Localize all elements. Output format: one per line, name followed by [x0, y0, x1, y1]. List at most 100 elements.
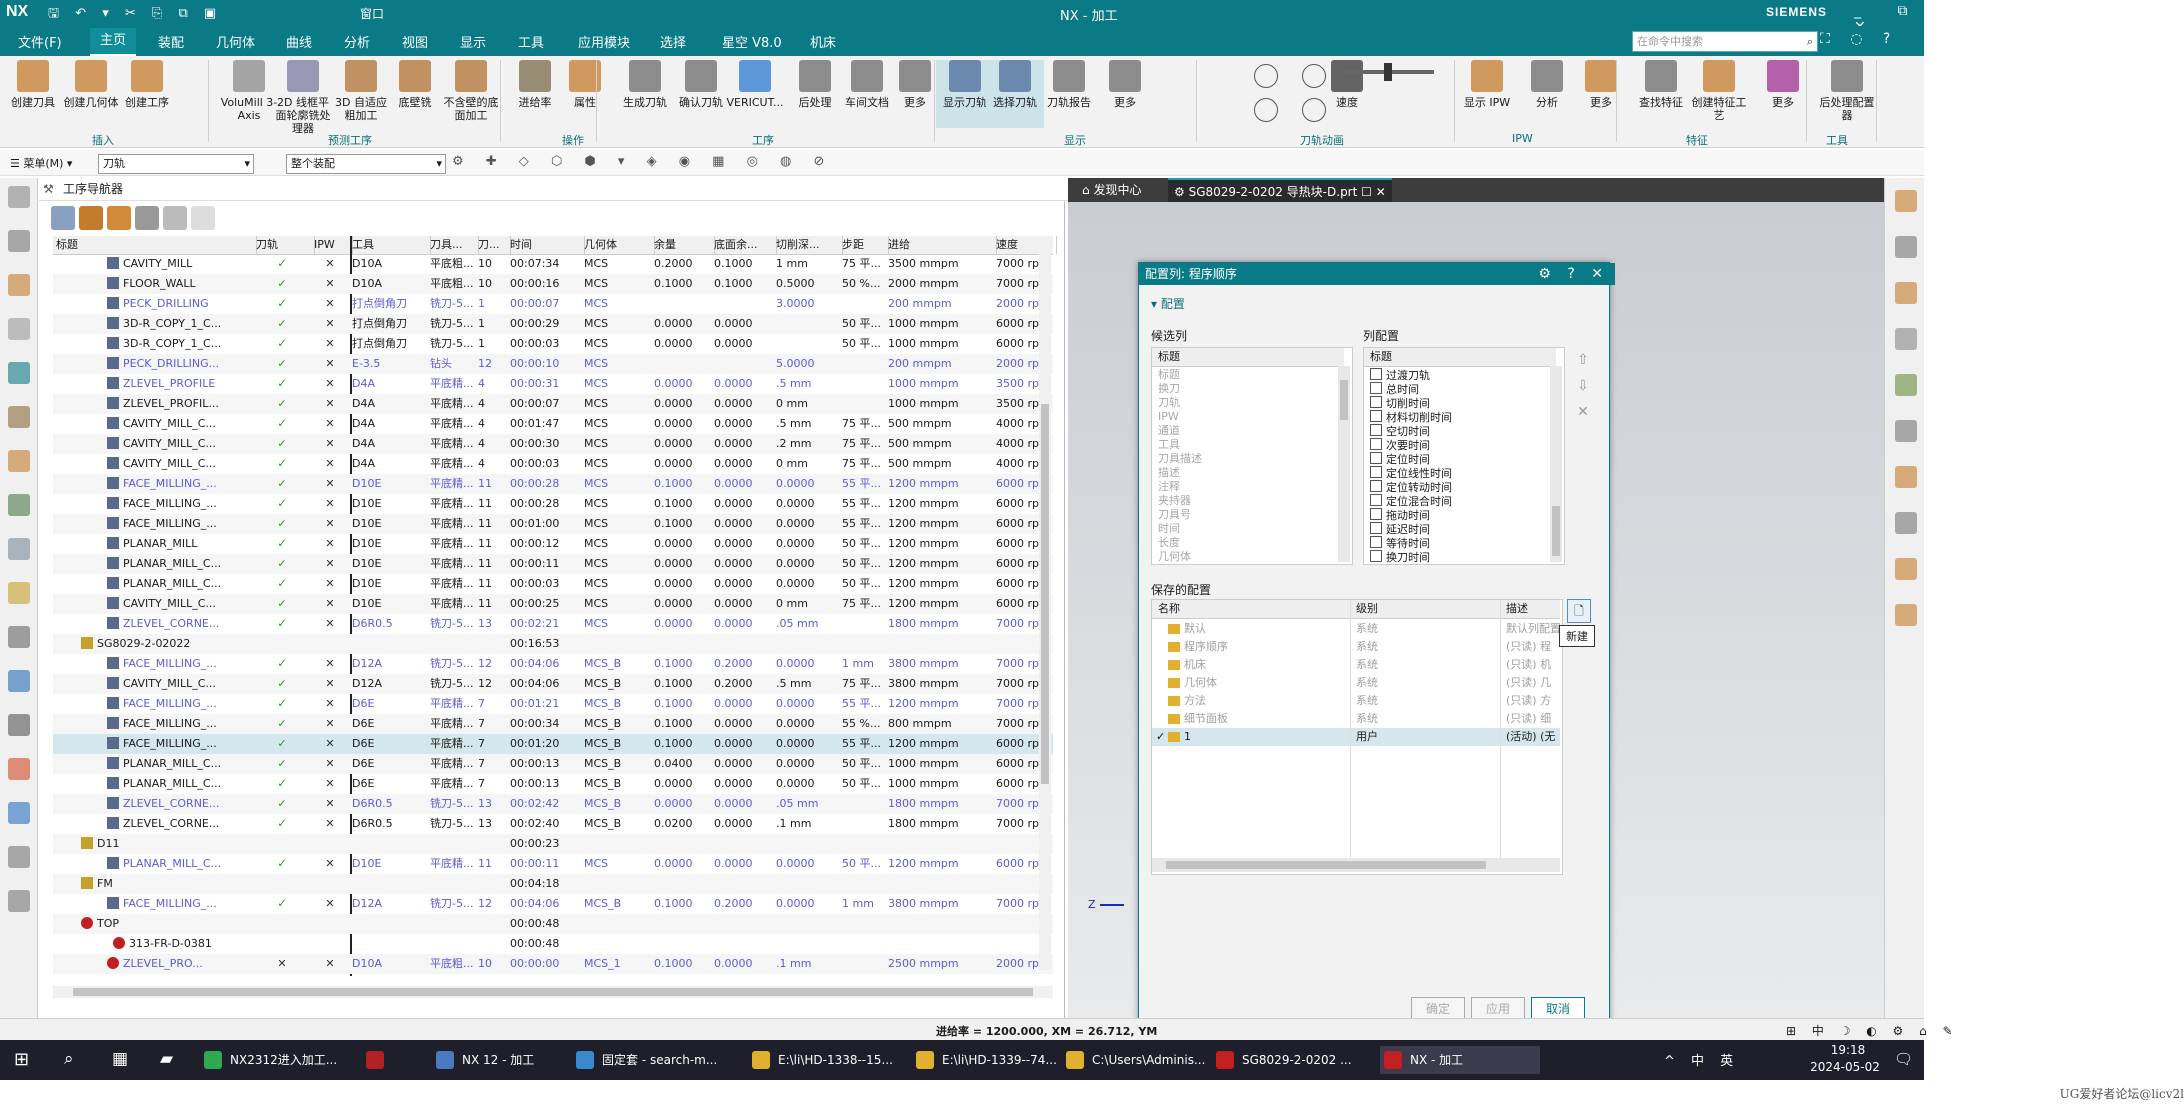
- menu-assembly[interactable]: 装配: [158, 32, 184, 51]
- resource-tab-icon[interactable]: [8, 758, 30, 780]
- column-header[interactable]: 几何体: [581, 236, 655, 254]
- column-config-item[interactable]: 延迟时间: [1364, 522, 1550, 536]
- column-header[interactable]: 余量: [651, 236, 715, 254]
- ribbon-button-11[interactable]: 确认刀轨: [672, 60, 730, 128]
- ribbon-button-2[interactable]: 创建工序: [118, 60, 176, 128]
- menu-curve[interactable]: 曲线: [286, 32, 312, 51]
- right-tool-icon[interactable]: [1895, 328, 1917, 350]
- table-row[interactable]: SG8029-2-02022 00:16:53: [53, 634, 1053, 654]
- saved-config-row[interactable]: 程序顺序 系统 (只读) 程: [1152, 638, 1560, 656]
- ribbon-button-3[interactable]: VoluMill 3-Axis: [220, 60, 278, 128]
- method-view-icon[interactable]: [135, 206, 159, 230]
- quick-access-toolbar[interactable]: 🖫 ↶ ▾ ✂ ⎘ ⧉ ▣: [48, 4, 222, 26]
- taskbar-item[interactable]: 固定套 - search-m...: [572, 1046, 770, 1074]
- table-row[interactable]: PECK_DRILLING ✓ ✕ 打点倒角刀 铣刀-5... 1 00:00:07 MCS 3…: [53, 294, 1053, 314]
- command-search-input[interactable]: 在命令中搜索 ⌕: [1632, 31, 1818, 52]
- checkbox[interactable]: [1370, 466, 1382, 478]
- right-tool-icon[interactable]: [1895, 466, 1917, 488]
- column-header[interactable]: 底面余...: [711, 236, 777, 254]
- table-row[interactable]: 3D-R_COPY_1_C... ✓ ✕ 打点倒角刀 铣刀-5... 1 00:00:29 M…: [53, 314, 1053, 334]
- delete-icon[interactable]: [191, 206, 215, 230]
- ribbon-button-23[interactable]: 更多: [1572, 60, 1630, 128]
- right-tool-icon[interactable]: [1895, 374, 1917, 396]
- scroll-thumb[interactable]: [73, 988, 1033, 996]
- column-config-item[interactable]: 空切时间: [1364, 424, 1550, 438]
- table-row[interactable]: FACE_MILLING_... ✓ ✕ D12A 铣刀-5... 12 00:04:06 M…: [53, 894, 1053, 914]
- saved-config-table[interactable]: 名称 级别 描述 默认 系统 默认列配置 程序顺序 系统 (只读) 程机床 系统 (只读) 机…: [1151, 599, 1563, 875]
- table-row[interactable]: FM 00:04:18: [53, 874, 1053, 894]
- checkbox[interactable]: [1370, 410, 1382, 422]
- menu-display[interactable]: 显示: [460, 32, 486, 51]
- table-row[interactable]: ZLEVEL_CORNE... ✓ ✕ D6R0.5 铣刀-5... 13 00:02:21…: [53, 614, 1053, 634]
- column-config-item[interactable]: 拖动时间: [1364, 508, 1550, 522]
- clock-date[interactable]: 2024-05-02: [1800, 1060, 1890, 1074]
- column-header[interactable]: 进给: [885, 236, 997, 254]
- taskbar-item[interactable]: NX2312进入加工...: [200, 1046, 380, 1074]
- saved-hscrollbar[interactable]: [1152, 858, 1560, 872]
- machine-tool-view-icon[interactable]: [79, 206, 103, 230]
- table-row[interactable]: ZLEVEL_CORNE... ✓ ✕ D6R0.5 铣刀-5... 13 00:02:40…: [53, 814, 1053, 834]
- menu-home[interactable]: 主页: [90, 28, 137, 57]
- ribbon-button-9[interactable]: 属性: [556, 60, 614, 128]
- speed-slider[interactable]: [1344, 63, 1434, 81]
- column-header[interactable]: 刀轨: [253, 236, 315, 254]
- clock-time[interactable]: 19:18: [1812, 1043, 1884, 1057]
- resource-tab-icon[interactable]: [8, 670, 30, 692]
- ribbon-button-0[interactable]: 创建刀具: [4, 60, 62, 128]
- column-header[interactable]: 标题: [53, 236, 257, 254]
- ribbon-button-4[interactable]: 2D 线框平面轮廓铣处理器: [274, 60, 332, 135]
- table-row[interactable]: ZLEVEL_PRO... ✕ ✕ D10A 平底粗... 10 00:00:00 MCS_1…: [53, 954, 1053, 974]
- ribbon-button-10[interactable]: 生成刀轨: [616, 60, 674, 128]
- animation-control-icon[interactable]: [1302, 64, 1326, 88]
- table-row[interactable]: CAVITY_MILL_C... ✓ ✕ D4A 平底精... 4 00:01:47 MCS 0…: [53, 414, 1053, 434]
- menu-xingkong[interactable]: 星空 V8.0: [722, 32, 782, 51]
- saved-config-row[interactable]: 默认 系统 默认列配置: [1152, 620, 1560, 638]
- system-tray[interactable]: ^ 中 英: [1664, 1050, 1739, 1069]
- checkbox[interactable]: [1370, 522, 1382, 534]
- table-row[interactable]: FLOOR_WALL ✓ ✕ D10A 平底粗... 10 00:00:16 MCS 0.100…: [53, 274, 1053, 294]
- checkbox[interactable]: [1370, 382, 1382, 394]
- table-row[interactable]: FACE_MILLING_... ✓ ✕ D10E 平底精... 11 00:00:28 MC…: [53, 474, 1053, 494]
- calculator-icon[interactable]: ▦: [112, 1049, 128, 1069]
- candidate-item[interactable]: 工具: [1152, 438, 1338, 452]
- animation-control-icon[interactable]: [1254, 98, 1278, 122]
- candidate-item[interactable]: IPW: [1152, 410, 1338, 424]
- resource-tab-icon[interactable]: [8, 406, 30, 428]
- column-config-item[interactable]: 定位时间: [1364, 452, 1550, 466]
- table-row[interactable]: PECK_DRILLING... ✓ ✕ E-3.5 钻头 12 00:00:10 MCS 5.…: [53, 354, 1053, 374]
- checkbox[interactable]: [1370, 438, 1382, 450]
- taskbar-item[interactable]: E:\li\HD-1338--15...: [748, 1046, 934, 1074]
- saved-config-row[interactable]: ✓ 1 用户 (活动) (无: [1152, 728, 1560, 746]
- table-row[interactable]: CAVITY_MILL_C... ✓ ✕ D4A 平底精... 4 00:00:03 MCS 0…: [53, 454, 1053, 474]
- dialog-controls[interactable]: ⚙ ? ✕: [1538, 263, 1609, 285]
- menu-view[interactable]: 视图: [402, 32, 428, 51]
- column-config-scrollbar[interactable]: [1550, 366, 1562, 562]
- right-tool-icon[interactable]: [1895, 190, 1917, 212]
- ribbon-button-19[interactable]: 更多: [1096, 60, 1154, 128]
- table-row[interactable]: FACE_MILLING_... ✓ ✕ D6E 平底精... 7 00:01:20 MCS_…: [53, 734, 1053, 754]
- animation-control-icon[interactable]: [1302, 98, 1326, 122]
- taskbar-item[interactable]: E:\li\HD-1339--74...: [912, 1046, 1084, 1074]
- column-config-list[interactable]: 标题 过渡刀轨 总时间 切削时间 材料切削时间 空切时间 次要时间 定位时间 定位线性时间 定位…: [1363, 347, 1565, 565]
- table-row[interactable]: PLANAR_MILL_C... ✓ ✕ D10E 平底精... 11 00:00:11 MC…: [53, 854, 1053, 874]
- column-header[interactable]: IPW: [311, 236, 353, 254]
- menu-machine[interactable]: 机床: [810, 32, 836, 51]
- candidate-item[interactable]: 夹持器: [1152, 494, 1338, 508]
- menu-file[interactable]: 文件(F): [18, 32, 62, 51]
- ribbon-button-12[interactable]: VERICUT...: [726, 60, 784, 128]
- checkbox[interactable]: [1370, 480, 1382, 492]
- search-icon[interactable]: ⌕: [1807, 32, 1813, 51]
- table-row[interactable]: ZLEVEL_PROFIL... ✓ ✕ D4A 平底精... 4 00:00:07 MCS 0…: [53, 394, 1053, 414]
- windows-start-icon[interactable]: ⊞: [14, 1049, 29, 1070]
- checkbox[interactable]: [1370, 452, 1382, 464]
- candidate-item[interactable]: 几何体: [1152, 550, 1338, 564]
- column-config-item[interactable]: 定位线性时间: [1364, 466, 1550, 480]
- saved-config-row[interactable]: 方法 系统 (只读) 方: [1152, 692, 1560, 710]
- table-row[interactable]: 3D-R_COPY_1_C... ✓ ✕ 打点倒角刀 铣刀-5... 1 00:00:03 M…: [53, 334, 1053, 354]
- tab-discovery-center[interactable]: ⌂ 发现中心: [1076, 178, 1147, 202]
- column-header[interactable]: 速度: [993, 236, 1057, 254]
- scroll-thumb[interactable]: [1041, 404, 1049, 784]
- ribbon-button-24[interactable]: 查找特征: [1632, 60, 1690, 128]
- column-config-item[interactable]: 定位转动时间: [1364, 480, 1550, 494]
- checkbox[interactable]: [1370, 494, 1382, 506]
